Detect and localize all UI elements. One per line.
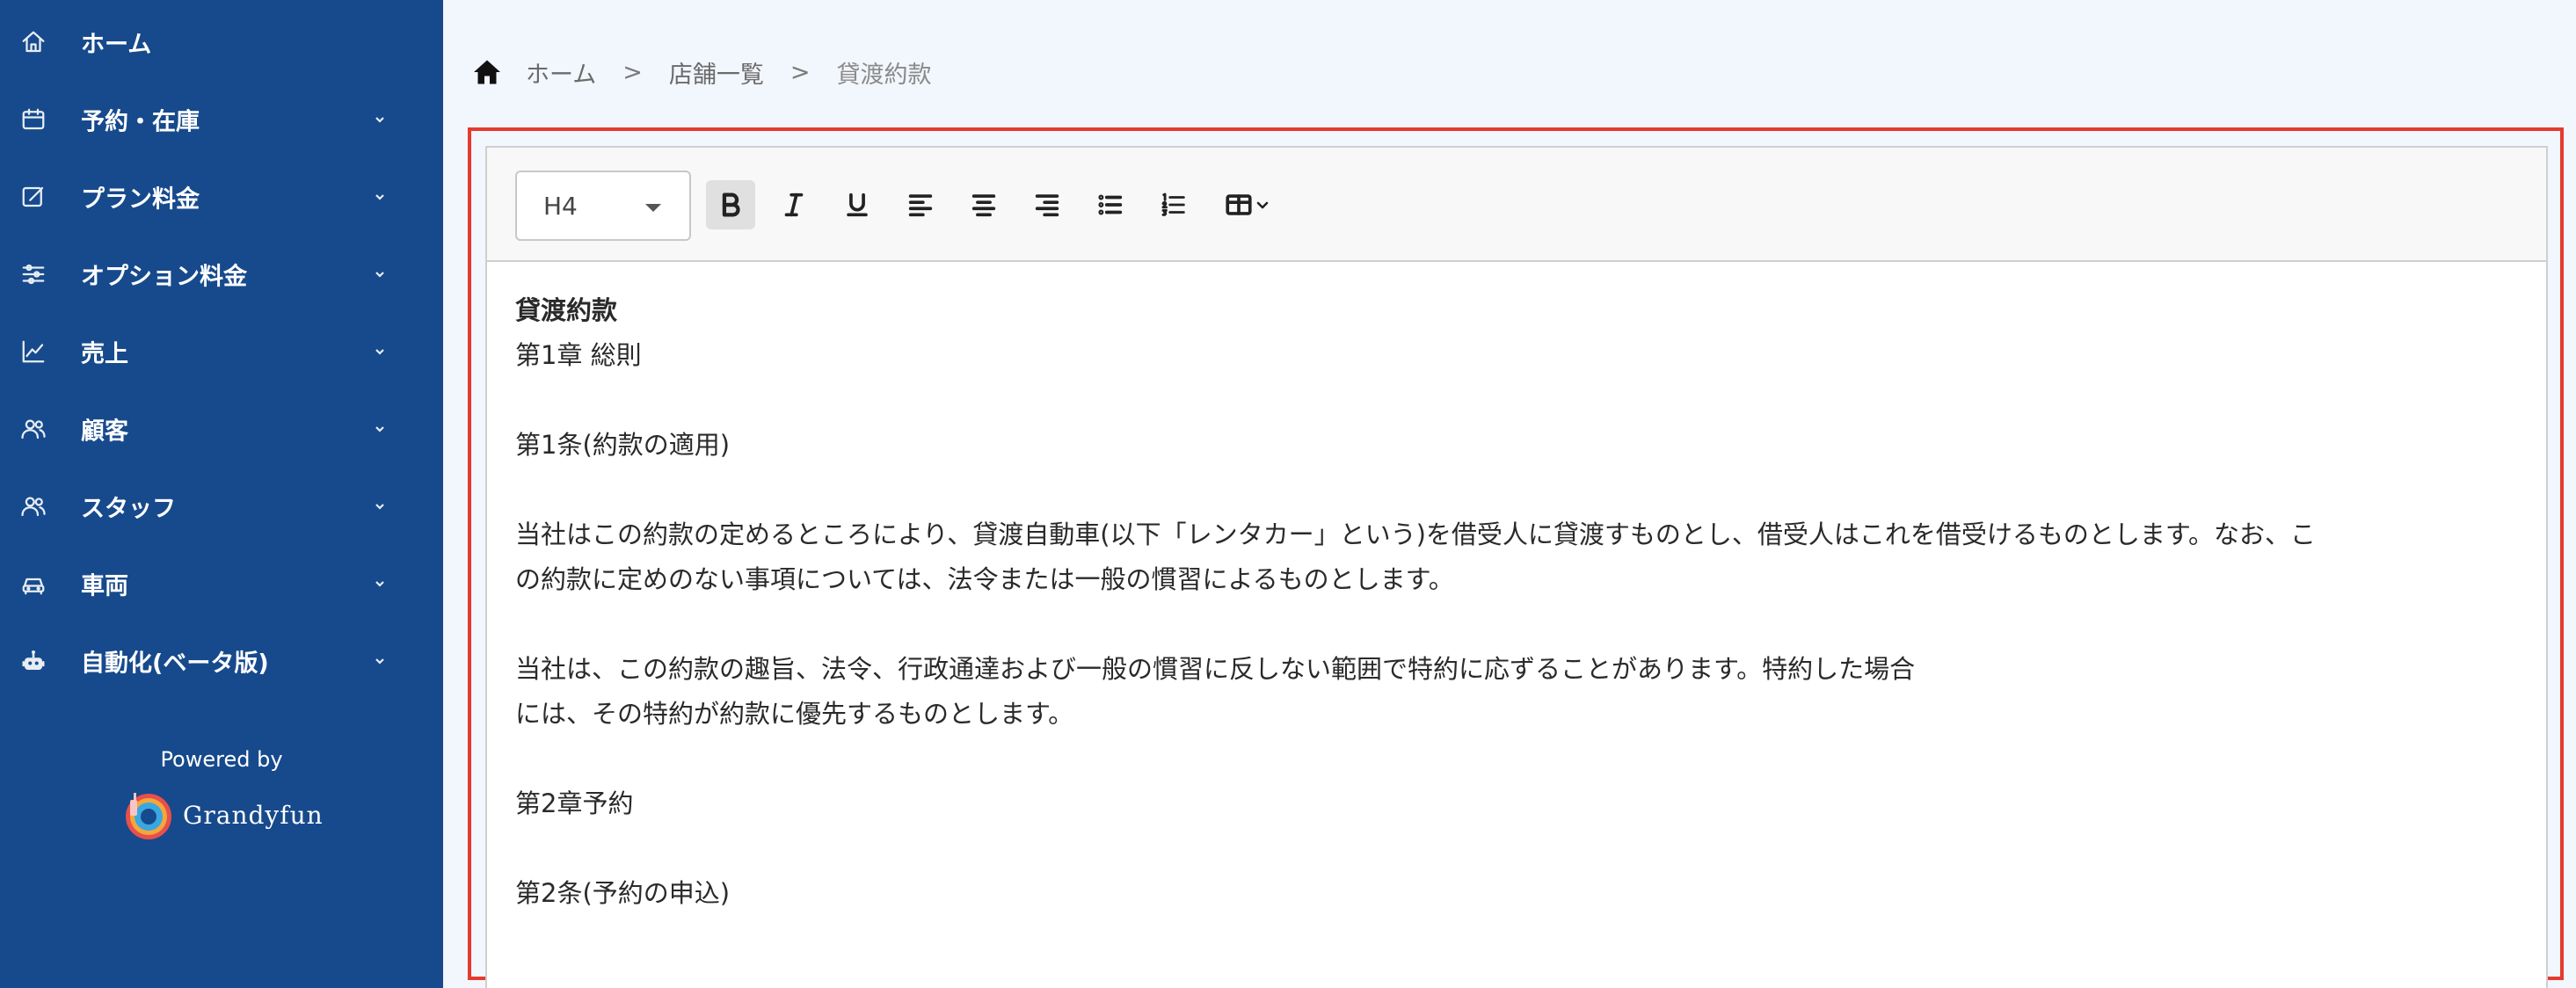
breadcrumb-current: 貸渡約款	[836, 61, 932, 89]
breadcrumb-separator: >	[790, 58, 811, 86]
heading-select-value: H4	[543, 191, 578, 221]
chart-line-icon	[19, 338, 47, 366]
sidebar-item-reservations[interactable]: 予約・在庫	[0, 81, 443, 158]
bold-button[interactable]	[706, 180, 755, 229]
content-title: 貸渡約款	[515, 295, 618, 325]
chapter-heading: 第2章予約	[515, 788, 634, 818]
caret-down-icon	[645, 204, 661, 212]
sidebar-item-label: 予約・在庫	[81, 108, 200, 136]
bold-icon	[722, 193, 740, 217]
calendar-icon	[19, 105, 47, 134]
align-left-button[interactable]	[896, 180, 945, 229]
chevron-down-icon	[371, 265, 389, 283]
home-icon	[19, 28, 47, 56]
sidebar-item-label: ホーム	[81, 31, 152, 59]
sidebar-item-label: 自動化(ベータ版)	[81, 650, 269, 678]
sidebar-item-customers[interactable]: 顧客	[0, 390, 443, 468]
paragraph-line: 当社はこの約款の定めるところにより、貸渡自動車(以下「レンタカー」という)を借受…	[515, 519, 2316, 549]
sidebar-item-home[interactable]: ホーム	[0, 4, 443, 81]
paragraph-line: には、その特約が約款に優先するものとします。	[515, 699, 1074, 729]
sliders-icon	[19, 260, 47, 288]
chevron-down-icon	[371, 111, 389, 128]
align-left-icon	[908, 194, 933, 217]
editor-content[interactable]: 貸渡約款 第1章 総則 第1条(約款の適用) 当社はこの約款の定めるところにより…	[515, 288, 2529, 916]
underline-icon	[847, 193, 868, 217]
article-heading: 第1条(約款の適用)	[515, 430, 731, 460]
grandyfun-logo-icon	[126, 793, 171, 839]
chevron-down-icon	[1256, 201, 1269, 209]
sidebar-item-vehicles[interactable]: 車両	[0, 545, 443, 622]
sidebar-item-automation[interactable]: 自動化(ベータ版)	[0, 622, 443, 700]
sidebar: ホーム 予約・在庫 プラン料金 オプション料金 売上 顧客 スタッフ 車両 自動…	[0, 0, 443, 988]
sidebar-item-label: 車両	[81, 572, 128, 600]
align-right-icon	[1035, 194, 1059, 217]
robot-icon	[19, 647, 47, 675]
car-icon	[19, 570, 47, 598]
align-center-icon	[971, 194, 996, 217]
sidebar-item-sales[interactable]: 売上	[0, 313, 443, 390]
sidebar-item-label: オプション料金	[81, 263, 247, 291]
table-icon	[1226, 194, 1252, 215]
chapter-heading: 第1章 総則	[515, 340, 642, 370]
chevron-down-icon	[371, 188, 389, 206]
sidebar-item-label: スタッフ	[81, 495, 176, 523]
chevron-down-icon	[371, 652, 389, 670]
sidebar-item-label: 顧客	[81, 418, 128, 446]
breadcrumb-home-link[interactable]: ホーム	[526, 55, 596, 90]
users-icon	[19, 415, 47, 443]
table-button[interactable]	[1212, 180, 1283, 229]
bullet-list-button[interactable]	[1086, 180, 1135, 229]
paragraph-line: 当社は、この約款の趣旨、法令、行政通達および一般の慣習に反しない範囲で特約に応ず…	[515, 654, 1916, 684]
rich-text-editor: H4 貸渡約款 第1章 総則 第1条(約款の適用) 当社はこの約款の定めるところ…	[485, 146, 2548, 988]
numbered-list-icon	[1161, 193, 1185, 216]
chevron-down-icon	[371, 420, 389, 438]
article-heading: 第2条(予約の申込)	[515, 878, 731, 908]
sidebar-item-staff[interactable]: スタッフ	[0, 468, 443, 545]
numbered-list-button[interactable]	[1149, 180, 1198, 229]
align-center-button[interactable]	[959, 180, 1008, 229]
italic-button[interactable]	[769, 180, 819, 229]
sidebar-item-label: 売上	[81, 340, 128, 368]
edit-icon	[19, 183, 47, 211]
chevron-down-icon	[371, 498, 389, 515]
heading-select[interactable]: H4	[515, 171, 691, 241]
align-right-button[interactable]	[1022, 180, 1072, 229]
chevron-down-icon	[371, 343, 389, 360]
breadcrumb-store-list-link[interactable]: 店舗一覧	[669, 55, 764, 90]
sidebar-item-plan-pricing[interactable]: プラン料金	[0, 158, 443, 236]
sidebar-item-option-pricing[interactable]: オプション料金	[0, 236, 443, 313]
bullet-list-icon	[1098, 194, 1123, 215]
italic-icon	[784, 193, 804, 217]
users-icon	[19, 492, 47, 520]
powered-by-label: Powered by	[160, 747, 283, 772]
chevron-down-icon	[371, 575, 389, 592]
editor-toolbar: H4	[487, 148, 2546, 262]
brand-name: Grandyfun	[183, 800, 324, 830]
underline-button[interactable]	[833, 180, 882, 229]
sidebar-item-label: プラン料金	[81, 185, 200, 214]
breadcrumb-separator: >	[622, 58, 643, 86]
brand-logo: Grandyfun	[121, 784, 324, 846]
home-icon[interactable]	[471, 56, 503, 88]
paragraph-line: の約款に定めのない事項については、法令または一般の慣習によるものとします。	[515, 564, 1454, 594]
breadcrumb: ホーム > 店舗一覧 > 貸渡約款	[471, 53, 931, 91]
